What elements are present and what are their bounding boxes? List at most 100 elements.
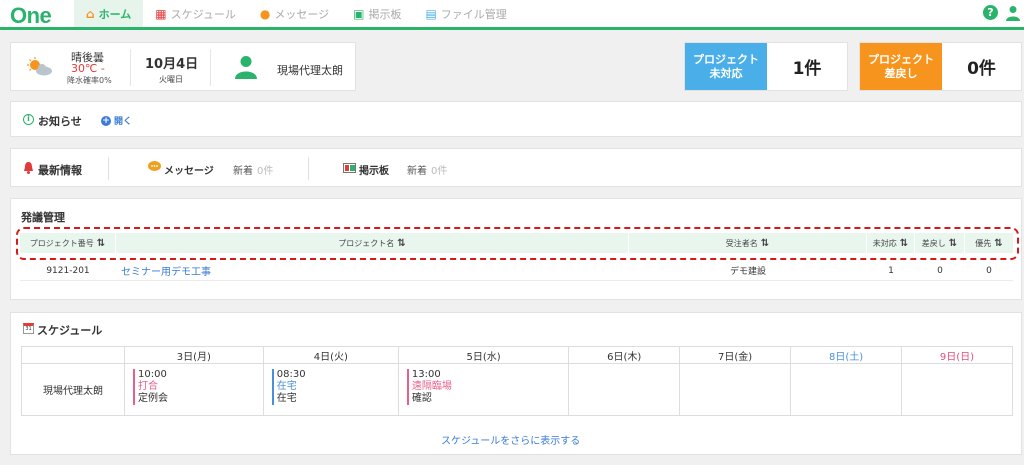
col-pending[interactable]: 未対応 ⇅ [867, 233, 915, 253]
info-icon: i [23, 114, 34, 125]
badge-label-line2: 未対応 [709, 66, 743, 80]
schedule-panel: 31 スケジュール 3日(月) 4日(火) 5日(水) 6日(木) 7日(金) … [10, 312, 1022, 455]
project-name-link[interactable]: セミナー用デモ工事 [116, 261, 629, 280]
badge-label-line1: プロジェクト [868, 52, 934, 66]
column-label: 差戻し [921, 238, 946, 248]
house-icon: ⌂ [86, 6, 95, 21]
project-returned-count: 0件 [967, 59, 996, 79]
rain-probability: 降水確率0% [67, 76, 112, 85]
schedule-user: 現場代理太朗 [21, 363, 125, 416]
schedule-cell[interactable]: 08:30 在宅 在宅 [262, 363, 399, 416]
help-icon[interactable]: ? [983, 5, 998, 20]
sort-icon: ⇅ [760, 237, 770, 249]
project-returned-label: プロジェクト 差戻し [860, 43, 942, 90]
day-header: 4日(火) [262, 346, 399, 364]
open-label: 開く [114, 117, 133, 127]
nav-item-board[interactable]: ▣ 掲示板 [341, 0, 413, 27]
app-logo[interactable]: One [10, 3, 52, 29]
schedule-more-link[interactable]: スケジュールをさらに表示する [441, 432, 580, 447]
message-link[interactable]: メッセージ [164, 162, 214, 177]
col-priority[interactable]: 優先 ⇅ [965, 233, 1013, 253]
column-label: プロジェクト番号 [29, 238, 94, 248]
latest-info-title: 最新情報 [38, 164, 82, 177]
column-label: 未対応 [872, 238, 897, 248]
schedule-title: スケジュール [37, 324, 103, 337]
schedule-row: 現場代理太朗 10:00 打合 定例会 08:30 在宅 在宅 13:00 遠隔… [21, 363, 1013, 416]
divider [130, 49, 131, 86]
schedule-cell[interactable] [679, 363, 792, 416]
project-pending-label: プロジェクト 未対応 [685, 43, 767, 90]
project-returned-card[interactable]: プロジェクト 差戻し 0件 [859, 42, 1022, 91]
nav-label: スケジュール [170, 7, 236, 21]
message-new-count: 0件 [257, 166, 274, 177]
latest-info-panel: 最新情報 メッセージ 新着 0件 掲示板 新着 0件 [10, 148, 1022, 187]
event-detail: 定例会 [138, 393, 168, 404]
event-category: 在宅 [276, 381, 297, 392]
order-management-panel: 発議管理 プロジェクト番号 ⇅ プロジェクト名 ⇅ 受注者名 ⇅ 未対応 ⇅ 差戻し ⇅ … [10, 198, 1022, 300]
column-label: 優先 [975, 238, 992, 248]
board-new-count: 0件 [431, 166, 448, 177]
table-header: プロジェクト番号 ⇅ プロジェクト名 ⇅ 受注者名 ⇅ 未対応 ⇅ 差戻し ⇅ 優先 ⇅ [20, 233, 1013, 253]
cell-contractor: デモ建設 [729, 267, 766, 277]
nav-item-home[interactable]: ⌂ ホーム [74, 0, 144, 27]
nav-label: ファイル管理 [440, 7, 507, 21]
schedule-corner [21, 346, 125, 364]
schedule-event[interactable]: 13:00 遠隔臨場 確認 [406, 369, 568, 405]
board-link[interactable]: 掲示板 [359, 162, 389, 177]
weather-temperature: 30℃ - [71, 62, 105, 75]
bell-icon [23, 162, 34, 177]
event-detail: 確認 [411, 393, 432, 404]
project-pending-card[interactable]: プロジェクト 未対応 1件 [684, 42, 848, 91]
event-detail: 在宅 [276, 393, 297, 404]
main-nav: ⌂ ホーム ▦ スケジュール ● メッセージ ▣ 掲示板 ▤ ファイル管理 [74, 0, 519, 27]
col-project-name[interactable]: プロジェクト名 ⇅ [116, 233, 629, 253]
order-management-title: 発議管理 [21, 211, 65, 224]
event-time: 10:00 [138, 369, 167, 380]
event-category: 遠隔臨場 [411, 381, 452, 392]
badge-label-line2: 差戻し [884, 66, 918, 80]
table-row[interactable]: 9121-201 セミナー用デモ工事 デモ建設 1 0 0 [20, 261, 1013, 281]
divider [108, 157, 109, 180]
day-header: 3日(月) [124, 346, 264, 364]
sort-icon: ⇅ [899, 237, 909, 249]
board-icon: ▣ [353, 6, 365, 21]
cell-returned: 0 [937, 265, 943, 276]
event-time: 13:00 [411, 369, 441, 380]
col-contractor[interactable]: 受注者名 ⇅ [629, 233, 867, 253]
notice-title: お知らせ [38, 115, 82, 128]
schedule-event[interactable]: 08:30 在宅 在宅 [271, 369, 398, 405]
board-icon [343, 163, 356, 173]
nav-item-message[interactable]: ● メッセージ [248, 0, 341, 27]
user-icon[interactable] [1006, 5, 1020, 21]
nav-item-schedule[interactable]: ▦ スケジュール [143, 0, 248, 27]
nav-item-files[interactable]: ▤ ファイル管理 [413, 0, 518, 27]
calendar-icon: ▦ [155, 6, 167, 21]
user-name: 現場代理太朗 [277, 64, 343, 77]
column-label: プロジェクト名 [338, 238, 395, 248]
divider [308, 157, 309, 180]
day-header: 9日(日) [901, 346, 1013, 364]
schedule-cell[interactable]: 10:00 打合 定例会 [124, 363, 264, 416]
nav-label: メッセージ [274, 7, 330, 21]
sort-icon: ⇅ [96, 237, 106, 249]
project-pending-count: 1件 [792, 59, 822, 79]
schedule-table: 3日(月) 4日(火) 5日(水) 6日(木) 7日(金) 8日(土) 9日(日… [21, 346, 1013, 416]
cell-pending: 1 [888, 265, 894, 276]
plus-icon: + [101, 115, 111, 126]
schedule-cell[interactable] [568, 363, 681, 416]
current-weekday: 火曜日 [159, 75, 183, 84]
notice-panel: i お知らせ + 開く [10, 101, 1022, 137]
top-nav-bar: One ⌂ ホーム ▦ スケジュール ● メッセージ ▣ 掲示板 ▤ ファイル管… [0, 0, 1024, 30]
schedule-cell[interactable] [790, 363, 903, 416]
current-date: 10月4日 [145, 57, 199, 72]
col-project-number[interactable]: プロジェクト番号 ⇅ [20, 233, 116, 253]
notice-open-button[interactable]: + 開く [101, 114, 132, 127]
sort-icon: ⇅ [948, 237, 958, 249]
schedule-cell[interactable]: 13:00 遠隔臨場 確認 [397, 363, 570, 416]
divider [210, 49, 211, 86]
file-icon: ▤ [425, 6, 437, 21]
cell-priority: 0 [986, 265, 992, 276]
col-returned[interactable]: 差戻し ⇅ [915, 233, 965, 253]
schedule-cell[interactable] [901, 363, 1013, 416]
schedule-event[interactable]: 10:00 打合 定例会 [133, 369, 263, 405]
